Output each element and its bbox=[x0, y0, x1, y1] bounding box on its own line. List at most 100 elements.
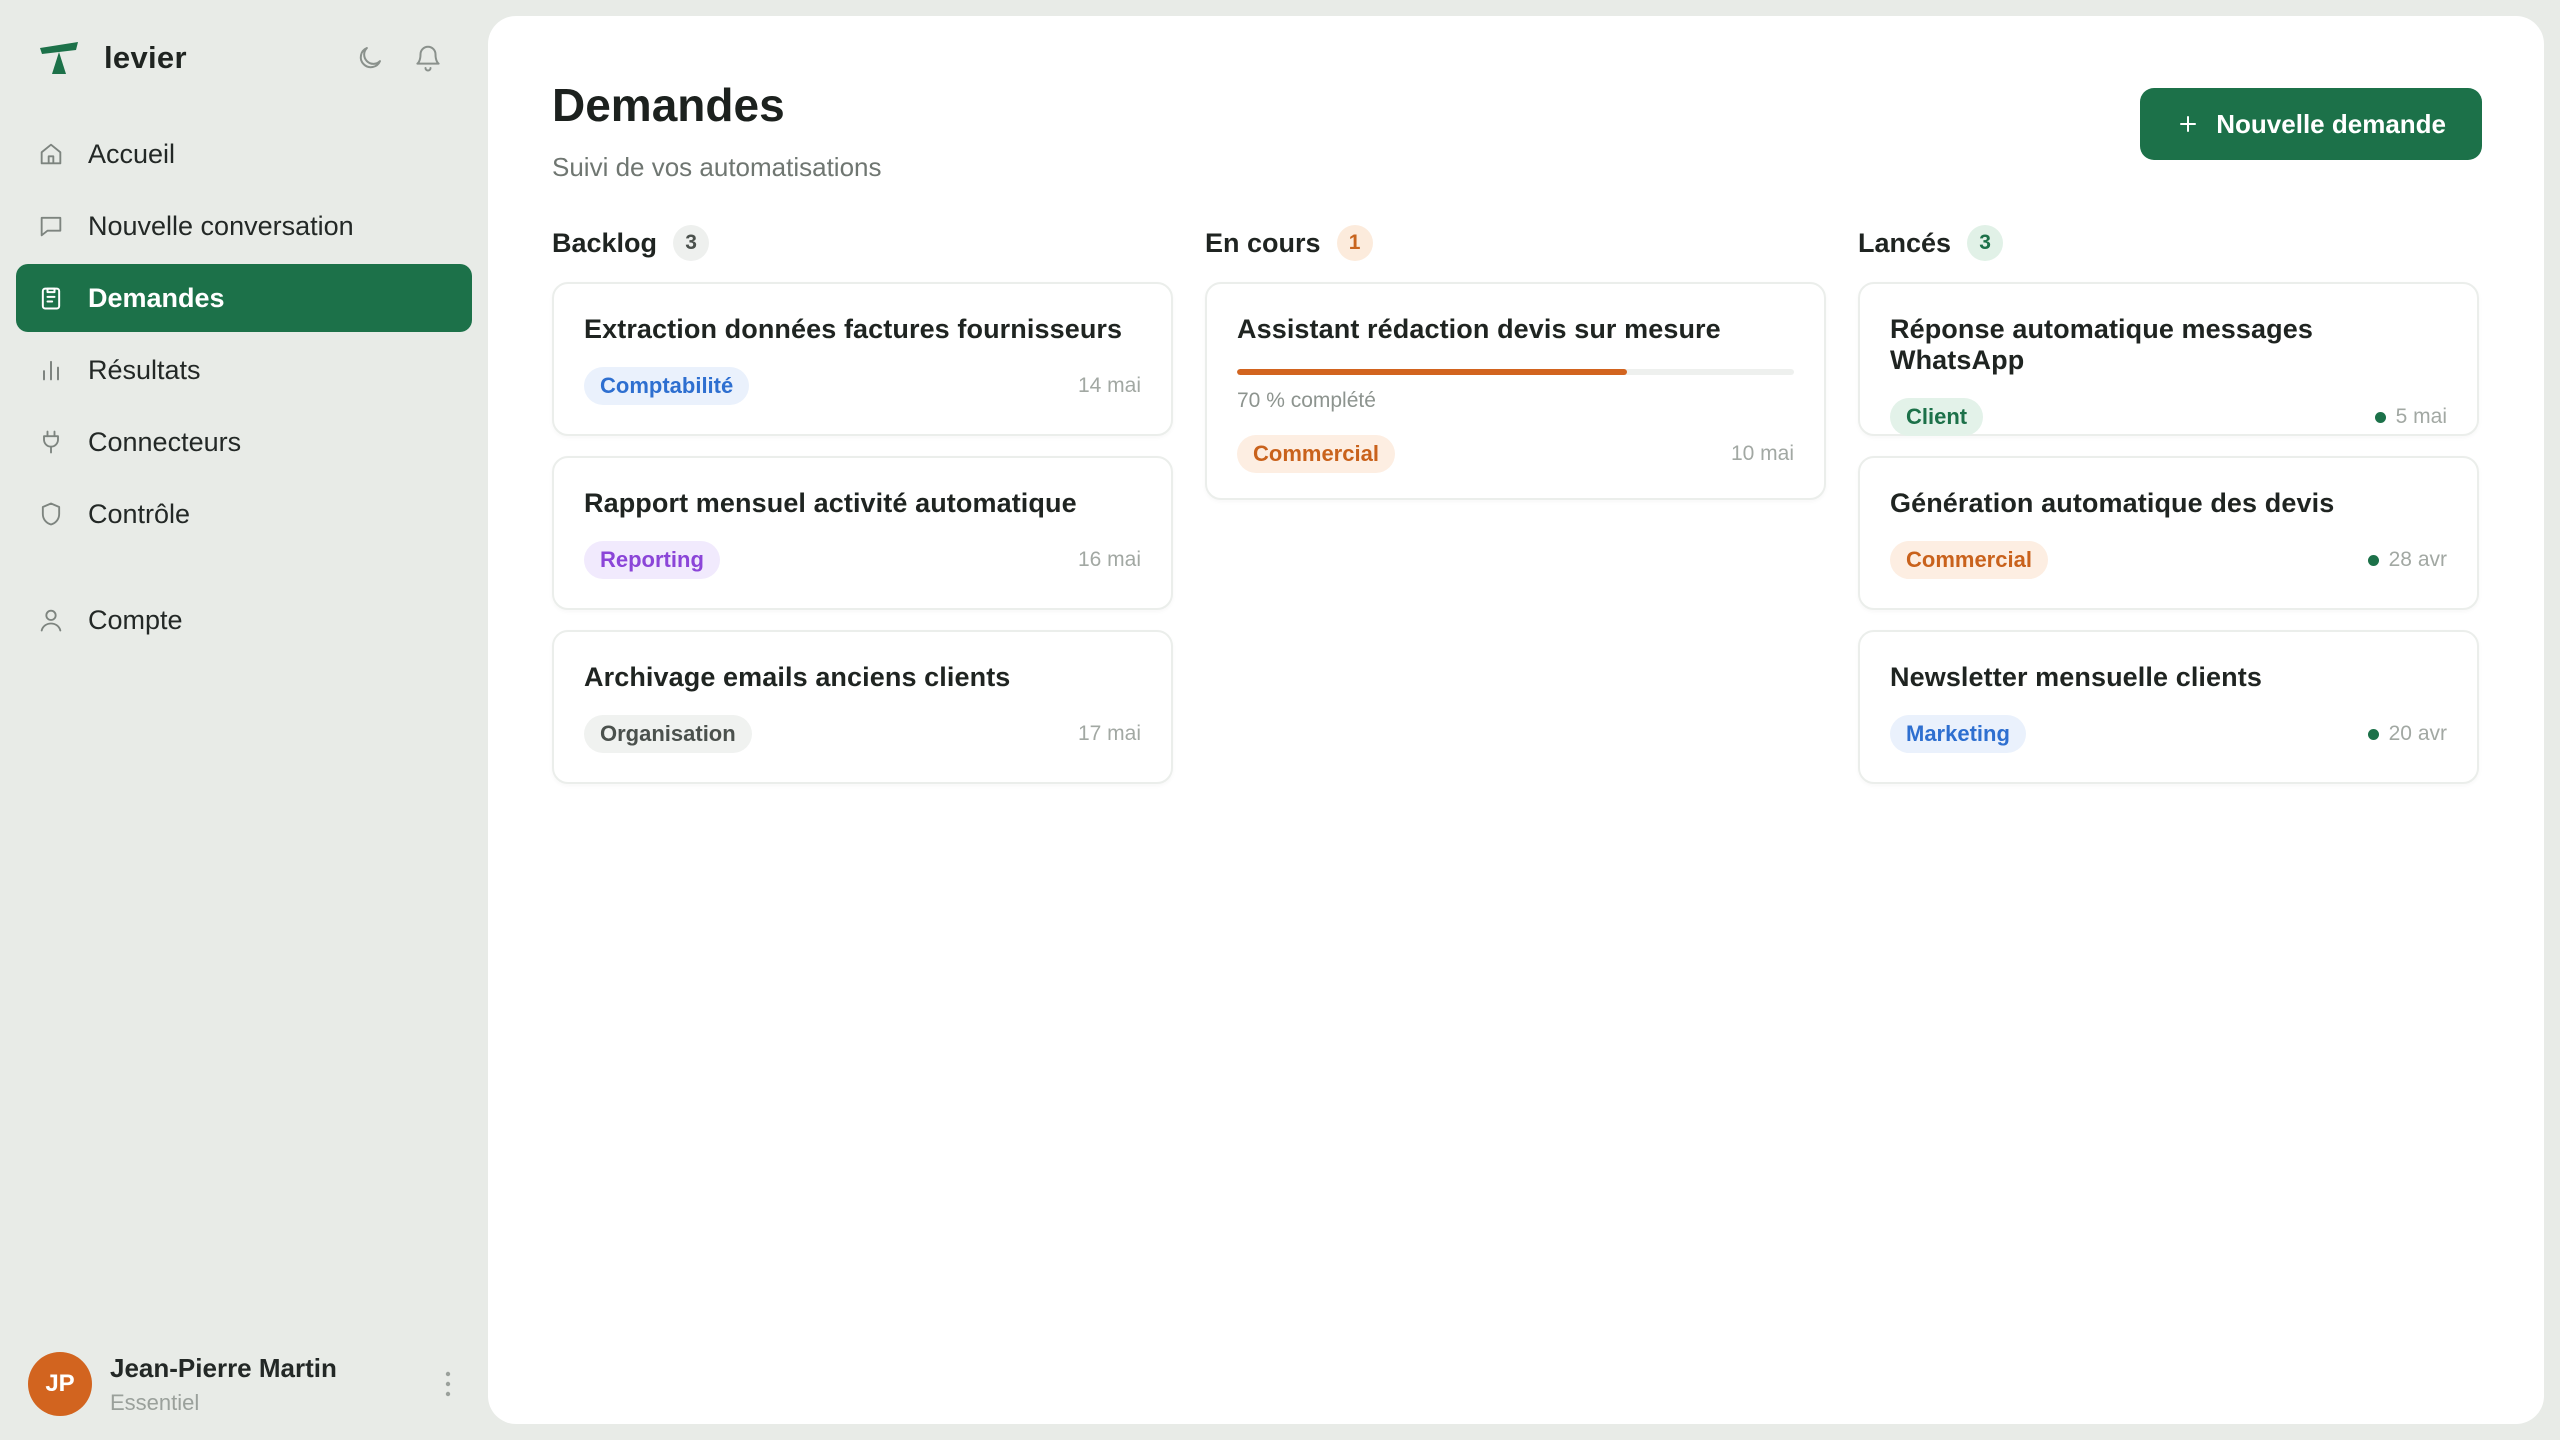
card-footer: Organisation 17 mai bbox=[584, 715, 1141, 753]
progress-bar bbox=[1237, 369, 1794, 375]
sidebar-item-demandes[interactable]: Demandes bbox=[16, 264, 472, 332]
home-icon bbox=[36, 139, 66, 169]
bell-icon bbox=[416, 45, 440, 72]
page-subtitle: Suivi de vos automatisations bbox=[552, 152, 882, 182]
launched-status-dot bbox=[2367, 554, 2379, 566]
page-title: Demandes bbox=[552, 79, 785, 131]
card-title: Archivage emails anciens clients bbox=[584, 662, 1011, 692]
chat-icon bbox=[36, 211, 66, 241]
column-title: En cours bbox=[1205, 227, 1321, 258]
user-menu-button[interactable] bbox=[436, 1364, 460, 1404]
kanban-board: Backlog 3 Extraction données factures fo… bbox=[552, 222, 2479, 784]
sidebar-item-compte[interactable]: Compte bbox=[16, 586, 472, 654]
card-footer: Commercial 10 mai bbox=[1237, 435, 1794, 473]
new-request-button[interactable]: Nouvelle demande bbox=[2140, 88, 2482, 160]
bar-chart-icon bbox=[36, 355, 66, 385]
request-card[interactable]: Génération automatique des devis Commerc… bbox=[1858, 456, 2479, 610]
plug-icon bbox=[36, 427, 66, 457]
column-count-badge: 3 bbox=[673, 225, 710, 261]
launched-status-dot bbox=[2374, 411, 2386, 423]
column-title: Backlog bbox=[552, 227, 658, 258]
user-profile[interactable]: JP Jean-Pierre Martin Essentiel bbox=[28, 1346, 460, 1422]
card-date: 17 mai bbox=[1077, 722, 1141, 745]
column-lances: Lancés 3 Réponse automatique messages Wh… bbox=[1858, 222, 2479, 784]
card-footer: Marketing 20 avr bbox=[1890, 715, 2447, 753]
card-date: 5 mai bbox=[2395, 405, 2447, 428]
request-card[interactable]: Assistant rédaction devis sur mesure 70 … bbox=[1205, 282, 1826, 500]
user-plan: Essentiel bbox=[110, 1389, 200, 1415]
card-date: 20 avr bbox=[2388, 722, 2447, 745]
user-name: Jean-Pierre Martin bbox=[110, 1352, 337, 1383]
card-footer: Reporting 16 mai bbox=[584, 541, 1141, 579]
sidebar-item-label: Accueil bbox=[88, 138, 176, 169]
card-title: Réponse automatique messages WhatsApp bbox=[1890, 314, 2313, 375]
dark-mode-toggle[interactable] bbox=[354, 42, 386, 74]
launched-status-dot bbox=[2367, 728, 2379, 740]
category-tag: Marketing bbox=[1890, 715, 2026, 753]
card-date: 10 mai bbox=[1730, 442, 1794, 465]
user-text: Jean-Pierre Martin Essentiel bbox=[110, 1353, 337, 1416]
sidebar-item-label: Nouvelle conversation bbox=[88, 210, 354, 241]
sidebar-item-connecteurs[interactable]: Connecteurs bbox=[16, 408, 472, 476]
card-title: Rapport mensuel activité automatique bbox=[584, 488, 1077, 518]
plus-icon bbox=[2180, 116, 2197, 132]
column-count-badge: 3 bbox=[1967, 225, 2004, 261]
request-card[interactable]: Rapport mensuel activité automatique Rep… bbox=[552, 456, 1173, 610]
sidebar-item-resultats[interactable]: Résultats bbox=[16, 336, 472, 404]
card-footer: Commercial 28 avr bbox=[1890, 541, 2447, 579]
card-title: Génération automatique des devis bbox=[1890, 488, 2335, 518]
card-title: Newsletter mensuelle clients bbox=[1890, 662, 2262, 692]
main-panel: Demandes Suivi de vos automatisations No… bbox=[488, 16, 2544, 1424]
shield-icon bbox=[36, 499, 66, 529]
category-tag: Client bbox=[1890, 398, 1984, 436]
sidebar: levier Accueil Nouvelle conversation Dem… bbox=[0, 0, 488, 1440]
clipboard-icon bbox=[36, 283, 66, 313]
notifications-button[interactable] bbox=[412, 42, 444, 74]
request-card[interactable]: Extraction données factures fournisseurs… bbox=[552, 282, 1173, 436]
column-header: Backlog 3 bbox=[552, 222, 1173, 264]
brand-actions bbox=[354, 42, 452, 74]
card-date-wrap: 20 avr bbox=[2367, 722, 2447, 746]
sidebar-item-accueil[interactable]: Accueil bbox=[16, 120, 472, 188]
card-date: 16 mai bbox=[1077, 548, 1141, 571]
column-header: En cours 1 bbox=[1205, 222, 1826, 264]
user-icon bbox=[36, 605, 66, 635]
column-title: Lancés bbox=[1858, 227, 1952, 258]
sidebar-item-label: Résultats bbox=[88, 354, 201, 385]
new-request-button-label: Nouvelle demande bbox=[2216, 108, 2446, 139]
sidebar-nav: Accueil Nouvelle conversation Demandes R… bbox=[16, 120, 472, 654]
column-count-badge: 1 bbox=[1336, 225, 1373, 261]
card-date: 28 avr bbox=[2388, 548, 2447, 571]
card-title: Assistant rédaction devis sur mesure bbox=[1237, 314, 1721, 344]
category-tag: Organisation bbox=[584, 715, 752, 753]
sidebar-item-label: Connecteurs bbox=[88, 426, 242, 457]
card-list: Assistant rédaction devis sur mesure 70 … bbox=[1205, 282, 1826, 500]
sidebar-item-label: Demandes bbox=[88, 282, 225, 313]
card-footer: Client 5 mai bbox=[1890, 398, 2447, 436]
request-card[interactable]: Newsletter mensuelle clients Marketing 2… bbox=[1858, 630, 2479, 784]
card-date-wrap: 28 avr bbox=[2367, 548, 2447, 572]
card-date-wrap: 5 mai bbox=[2374, 405, 2447, 429]
brand: levier bbox=[16, 0, 472, 116]
card-footer: Comptabilité 14 mai bbox=[584, 367, 1141, 405]
column-en-cours: En cours 1 Assistant rédaction devis sur… bbox=[1205, 222, 1826, 784]
progress-label: 70 % complété bbox=[1237, 389, 1376, 412]
avatar: JP bbox=[28, 1352, 92, 1416]
request-card[interactable]: Réponse automatique messages WhatsApp Cl… bbox=[1858, 282, 2479, 436]
card-list: Réponse automatique messages WhatsApp Cl… bbox=[1858, 282, 2479, 784]
request-card[interactable]: Archivage emails anciens clients Organis… bbox=[552, 630, 1173, 784]
category-tag: Commercial bbox=[1890, 541, 2048, 579]
card-date: 14 mai bbox=[1077, 374, 1141, 397]
sidebar-item-nouvelle-conversation[interactable]: Nouvelle conversation bbox=[16, 192, 472, 260]
category-tag: Commercial bbox=[1237, 435, 1395, 473]
category-tag: Comptabilité bbox=[584, 367, 750, 405]
app: levier Accueil Nouvelle conversation Dem… bbox=[0, 0, 2560, 1440]
card-list: Extraction données factures fournisseurs… bbox=[552, 282, 1173, 784]
category-tag: Reporting bbox=[584, 541, 720, 579]
sidebar-item-controle[interactable]: Contrôle bbox=[16, 480, 472, 548]
levier-logo-icon bbox=[40, 42, 78, 74]
brand-name: levier bbox=[104, 40, 187, 75]
more-vertical-icon bbox=[445, 1371, 451, 1397]
moon-icon bbox=[359, 47, 381, 69]
